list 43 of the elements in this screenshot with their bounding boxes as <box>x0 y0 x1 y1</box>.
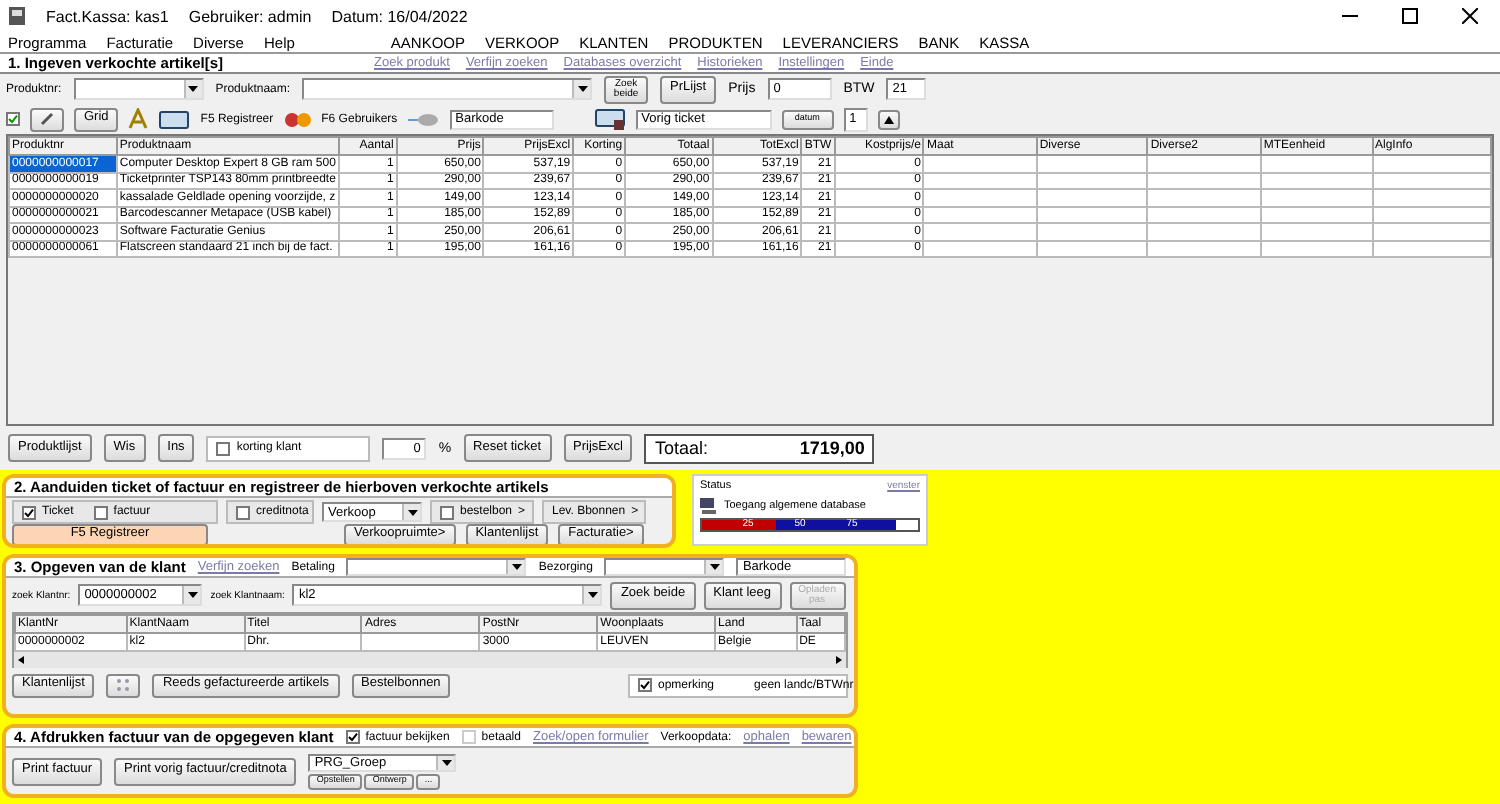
users-icon <box>283 109 312 129</box>
caret-down-icon <box>407 509 417 515</box>
caret-down-icon <box>587 592 598 598</box>
letter-a-icon <box>128 108 149 130</box>
tool-button[interactable] <box>30 107 64 131</box>
checkbox[interactable] <box>6 112 20 126</box>
checkmark-icon <box>8 114 18 124</box>
checkbox[interactable] <box>22 505 36 519</box>
window-title: Fact.Kassa: kas1 <box>46 7 169 25</box>
checkmark-icon <box>640 680 650 690</box>
spin-up-button[interactable] <box>877 109 900 129</box>
close-icon <box>1462 8 1478 24</box>
total-display: Totaal: 1719,00 <box>644 433 875 463</box>
checkbox[interactable] <box>216 441 231 455</box>
date-label: Datum: 16/04/2022 <box>331 7 468 25</box>
caret-down-icon <box>577 86 588 92</box>
pencil-icon <box>40 112 54 126</box>
user-label: Gebruiker: admin <box>188 7 312 25</box>
delivery-select[interactable] <box>604 558 725 576</box>
computer-icon <box>700 497 716 513</box>
checkbox[interactable] <box>93 505 108 519</box>
checkmark-icon <box>24 507 34 517</box>
caret-down-icon <box>441 759 452 765</box>
ticket-icon <box>593 108 626 130</box>
checkbox[interactable] <box>638 678 652 692</box>
product-name-field[interactable] <box>302 78 593 100</box>
grid-view-button[interactable] <box>106 673 141 697</box>
product-number-field[interactable] <box>73 78 204 100</box>
maximize-icon <box>1402 8 1418 24</box>
payment-select[interactable] <box>346 558 527 576</box>
scanner-icon <box>407 111 440 127</box>
checkbox[interactable] <box>236 505 250 519</box>
caret-down-icon <box>188 86 199 92</box>
register-icon <box>158 109 191 129</box>
caret-down-icon <box>511 564 522 570</box>
app-icon <box>8 6 26 26</box>
checkbox[interactable] <box>345 730 360 744</box>
caret-down-icon <box>187 592 198 598</box>
dots-icon <box>116 678 131 692</box>
caret-down-icon <box>709 564 720 570</box>
checkbox[interactable] <box>440 505 454 519</box>
checkmark-icon <box>347 732 358 742</box>
caret-up-icon <box>883 115 894 123</box>
